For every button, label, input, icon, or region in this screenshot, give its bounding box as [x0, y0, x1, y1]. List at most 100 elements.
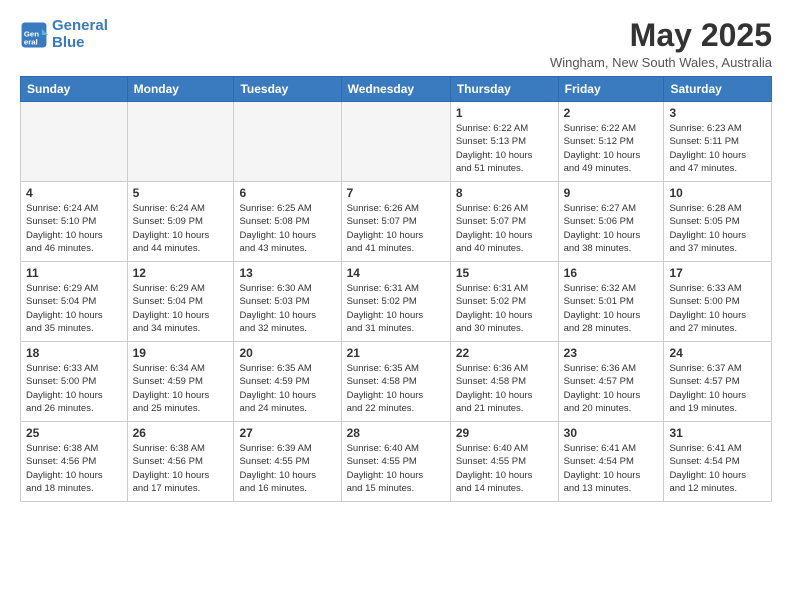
day-info: Sunrise: 6:40 AM Sunset: 4:55 PM Dayligh…: [347, 442, 445, 495]
calendar-cell: 6 Sunrise: 6:25 AM Sunset: 5:08 PM Daylig…: [234, 182, 341, 262]
day-number: 3: [669, 106, 766, 120]
calendar-cell: 2 Sunrise: 6:22 AM Sunset: 5:12 PM Daylig…: [558, 102, 664, 182]
calendar: SundayMondayTuesdayWednesdayThursdayFrid…: [20, 76, 772, 502]
day-info: Sunrise: 6:26 AM Sunset: 5:07 PM Dayligh…: [347, 202, 445, 255]
calendar-cell: 25Sunrise: 6:38 AM Sunset: 4:56 PM Dayli…: [21, 422, 128, 502]
day-number: 21: [347, 346, 445, 360]
calendar-cell: [234, 102, 341, 182]
day-info: Sunrise: 6:24 AM Sunset: 5:10 PM Dayligh…: [26, 202, 122, 255]
calendar-week-5: 25Sunrise: 6:38 AM Sunset: 4:56 PM Dayli…: [21, 422, 772, 502]
day-info: Sunrise: 6:27 AM Sunset: 5:06 PM Dayligh…: [564, 202, 659, 255]
calendar-cell: 14 Sunrise: 6:31 AM Sunset: 5:02 PM Dayli…: [341, 262, 450, 342]
calendar-cell: 10Sunrise: 6:28 AM Sunset: 5:05 PM Dayli…: [664, 182, 772, 262]
calendar-cell: 20Sunrise: 6:35 AM Sunset: 4:59 PM Dayli…: [234, 342, 341, 422]
day-info: Sunrise: 6:29 AM Sunset: 5:04 PM Dayligh…: [26, 282, 122, 335]
day-info: Sunrise: 6:22 AM Sunset: 5:12 PM Dayligh…: [564, 122, 659, 175]
day-number: 31: [669, 426, 766, 440]
calendar-cell: 31 Sunrise: 6:41 AM Sunset: 4:54 PM Dayli…: [664, 422, 772, 502]
day-number: 16: [564, 266, 659, 280]
day-number: 23: [564, 346, 659, 360]
day-number: 6: [239, 186, 335, 200]
page: Gen eral General Blue May 2025 Wingham, …: [0, 0, 792, 612]
logo: Gen eral General Blue: [20, 18, 108, 51]
day-info: Sunrise: 6:41 AM Sunset: 4:54 PM Dayligh…: [669, 442, 766, 495]
day-info: Sunrise: 6:37 AM Sunset: 4:57 PM Dayligh…: [669, 362, 766, 415]
day-info: Sunrise: 6:30 AM Sunset: 5:03 PM Dayligh…: [239, 282, 335, 335]
day-number: 12: [133, 266, 229, 280]
calendar-cell: 28Sunrise: 6:40 AM Sunset: 4:55 PM Dayli…: [341, 422, 450, 502]
day-number: 9: [564, 186, 659, 200]
day-info: Sunrise: 6:24 AM Sunset: 5:09 PM Dayligh…: [133, 202, 229, 255]
day-info: Sunrise: 6:22 AM Sunset: 5:13 PM Dayligh…: [456, 122, 553, 175]
calendar-week-1: 1Sunrise: 6:22 AM Sunset: 5:13 PM Daylig…: [21, 102, 772, 182]
calendar-header-wednesday: Wednesday: [341, 77, 450, 102]
day-info: Sunrise: 6:38 AM Sunset: 4:56 PM Dayligh…: [133, 442, 229, 495]
day-number: 8: [456, 186, 553, 200]
calendar-cell: 19 Sunrise: 6:34 AM Sunset: 4:59 PM Dayli…: [127, 342, 234, 422]
calendar-week-3: 11 Sunrise: 6:29 AM Sunset: 5:04 PM Dayli…: [21, 262, 772, 342]
day-info: Sunrise: 6:32 AM Sunset: 5:01 PM Dayligh…: [564, 282, 659, 335]
calendar-cell: 27 Sunrise: 6:39 AM Sunset: 4:55 PM Dayli…: [234, 422, 341, 502]
day-info: Sunrise: 6:38 AM Sunset: 4:56 PM Dayligh…: [26, 442, 122, 495]
day-number: 18: [26, 346, 122, 360]
day-number: 2: [564, 106, 659, 120]
day-number: 19: [133, 346, 229, 360]
calendar-cell: 16 Sunrise: 6:32 AM Sunset: 5:01 PM Dayli…: [558, 262, 664, 342]
day-number: 15: [456, 266, 553, 280]
calendar-header-friday: Friday: [558, 77, 664, 102]
header: Gen eral General Blue May 2025 Wingham, …: [20, 18, 772, 70]
day-info: Sunrise: 6:35 AM Sunset: 4:58 PM Dayligh…: [347, 362, 445, 415]
calendar-cell: 12Sunrise: 6:29 AM Sunset: 5:04 PM Dayli…: [127, 262, 234, 342]
day-number: 29: [456, 426, 553, 440]
calendar-cell: 8Sunrise: 6:26 AM Sunset: 5:07 PM Daylig…: [450, 182, 558, 262]
day-number: 7: [347, 186, 445, 200]
day-info: Sunrise: 6:31 AM Sunset: 5:02 PM Dayligh…: [347, 282, 445, 335]
day-number: 30: [564, 426, 659, 440]
calendar-cell: 3 Sunrise: 6:23 AM Sunset: 5:11 PM Daylig…: [664, 102, 772, 182]
calendar-cell: [127, 102, 234, 182]
day-info: Sunrise: 6:36 AM Sunset: 4:57 PM Dayligh…: [564, 362, 659, 415]
calendar-header-monday: Monday: [127, 77, 234, 102]
day-info: Sunrise: 6:35 AM Sunset: 4:59 PM Dayligh…: [239, 362, 335, 415]
calendar-cell: [341, 102, 450, 182]
calendar-cell: 26 Sunrise: 6:38 AM Sunset: 4:56 PM Dayli…: [127, 422, 234, 502]
day-number: 14: [347, 266, 445, 280]
day-info: Sunrise: 6:34 AM Sunset: 4:59 PM Dayligh…: [133, 362, 229, 415]
day-info: Sunrise: 6:36 AM Sunset: 4:58 PM Dayligh…: [456, 362, 553, 415]
month-title: May 2025: [550, 18, 772, 53]
day-number: 11: [26, 266, 122, 280]
day-info: Sunrise: 6:33 AM Sunset: 5:00 PM Dayligh…: [26, 362, 122, 415]
day-number: 17: [669, 266, 766, 280]
calendar-cell: 24 Sunrise: 6:37 AM Sunset: 4:57 PM Dayli…: [664, 342, 772, 422]
calendar-header-thursday: Thursday: [450, 77, 558, 102]
calendar-header-row: SundayMondayTuesdayWednesdayThursdayFrid…: [21, 77, 772, 102]
calendar-cell: 29Sunrise: 6:40 AM Sunset: 4:55 PM Dayli…: [450, 422, 558, 502]
calendar-cell: 18 Sunrise: 6:33 AM Sunset: 5:00 PM Dayli…: [21, 342, 128, 422]
calendar-header-saturday: Saturday: [664, 77, 772, 102]
day-info: Sunrise: 6:25 AM Sunset: 5:08 PM Dayligh…: [239, 202, 335, 255]
calendar-cell: 21 Sunrise: 6:35 AM Sunset: 4:58 PM Dayli…: [341, 342, 450, 422]
svg-text:eral: eral: [24, 37, 38, 46]
day-number: 26: [133, 426, 229, 440]
day-info: Sunrise: 6:41 AM Sunset: 4:54 PM Dayligh…: [564, 442, 659, 495]
day-number: 27: [239, 426, 335, 440]
logo-line1: General: [52, 17, 108, 34]
logo-line2: Blue: [52, 34, 85, 51]
calendar-cell: 4Sunrise: 6:24 AM Sunset: 5:10 PM Daylig…: [21, 182, 128, 262]
day-number: 24: [669, 346, 766, 360]
calendar-cell: 5 Sunrise: 6:24 AM Sunset: 5:09 PM Daylig…: [127, 182, 234, 262]
calendar-cell: 11 Sunrise: 6:29 AM Sunset: 5:04 PM Dayli…: [21, 262, 128, 342]
calendar-cell: [21, 102, 128, 182]
day-info: Sunrise: 6:39 AM Sunset: 4:55 PM Dayligh…: [239, 442, 335, 495]
day-info: Sunrise: 6:23 AM Sunset: 5:11 PM Dayligh…: [669, 122, 766, 175]
day-number: 22: [456, 346, 553, 360]
calendar-cell: 23 Sunrise: 6:36 AM Sunset: 4:57 PM Dayli…: [558, 342, 664, 422]
calendar-cell: 7 Sunrise: 6:26 AM Sunset: 5:07 PM Daylig…: [341, 182, 450, 262]
calendar-header-sunday: Sunday: [21, 77, 128, 102]
location: Wingham, New South Wales, Australia: [550, 55, 772, 70]
calendar-cell: 13Sunrise: 6:30 AM Sunset: 5:03 PM Dayli…: [234, 262, 341, 342]
day-info: Sunrise: 6:31 AM Sunset: 5:02 PM Dayligh…: [456, 282, 553, 335]
day-number: 5: [133, 186, 229, 200]
logo-text: General Blue: [52, 18, 108, 51]
calendar-cell: 22 Sunrise: 6:36 AM Sunset: 4:58 PM Dayli…: [450, 342, 558, 422]
